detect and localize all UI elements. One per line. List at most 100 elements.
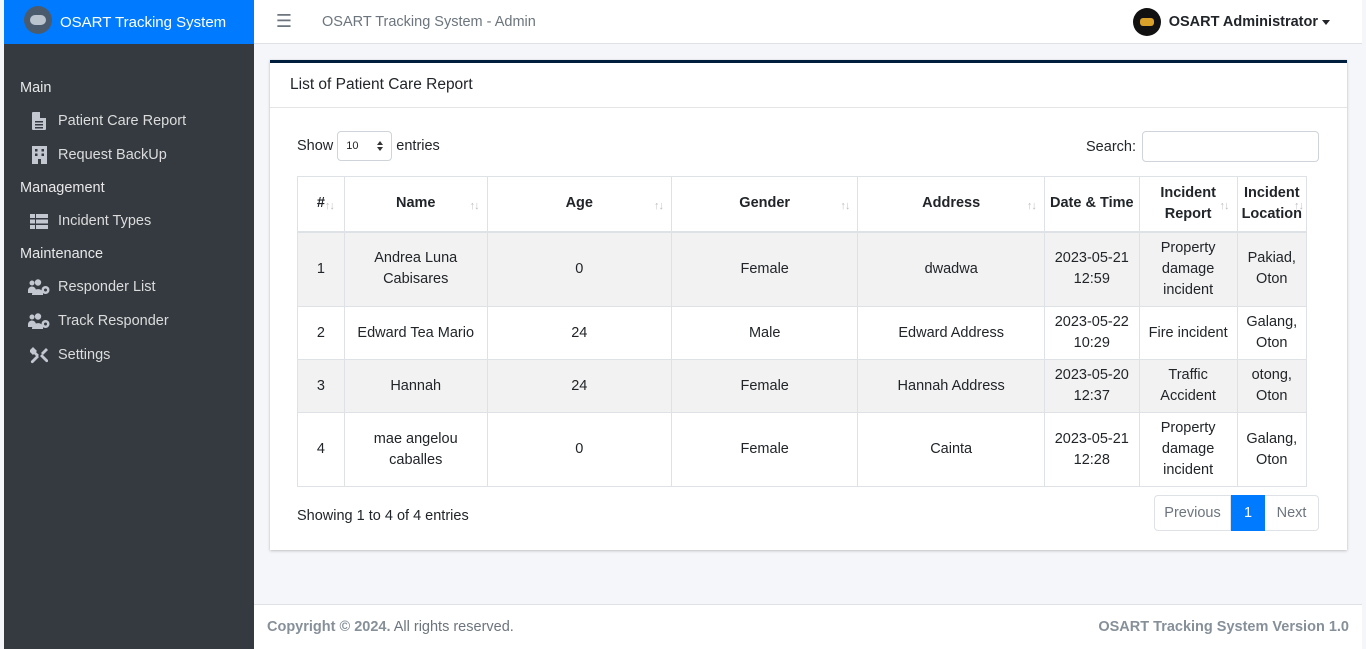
table-row: 4 mae angelou caballes 0 Female Cainta 2…	[297, 412, 1308, 487]
cell-datetime: 2023-05-21 12:28	[1043, 412, 1140, 487]
column-header-datetime[interactable]: Date & Time	[1043, 176, 1140, 233]
cell-datetime: 2023-05-20 12:37	[1043, 359, 1140, 413]
cell-number: 1	[297, 231, 345, 307]
sidebar-item-request-backup[interactable]: Request BackUp	[4, 138, 254, 172]
cell-age: 24	[486, 306, 672, 360]
sidebar-item-label: Responder List	[58, 279, 156, 295]
brand-logo-icon	[24, 6, 52, 34]
sidebar-item-track-responder[interactable]: Track Responder	[4, 304, 254, 338]
cell-age: 0	[486, 412, 672, 487]
show-label: Show	[297, 138, 334, 154]
sort-icon: ↑↓	[653, 199, 664, 212]
cell-address: Cainta	[857, 412, 1045, 487]
footer: Copyright © 2024. All rights reserved. O…	[254, 604, 1362, 649]
cell-name: Edward Tea Mario	[343, 306, 488, 360]
patient-table: # ↑↓ Name ↑↓ Age ↑↓ Gender ↑↓ Address ↑↓ Date…	[297, 176, 1308, 487]
caret-down-icon	[1322, 19, 1330, 25]
search-label: Search:	[1086, 138, 1136, 155]
cell-incident-report: Property damage incident	[1138, 231, 1238, 307]
column-header-number[interactable]: # ↑↓	[297, 176, 345, 233]
column-header-gender[interactable]: Gender ↑↓	[670, 176, 859, 233]
cell-name: Andrea Luna Cabisares	[343, 231, 488, 307]
cell-incident-report: Traffic Accident	[1138, 359, 1238, 413]
patient-care-card: List of Patient Care Report Show 10 entr…	[270, 60, 1347, 550]
table-row: 2 Edward Tea Mario 24 Male Edward Addres…	[297, 306, 1308, 360]
user-name: OSART Administrator	[1168, 14, 1318, 30]
cell-address: Hannah Address	[857, 359, 1045, 413]
card-title: List of Patient Care Report	[270, 63, 1347, 108]
list-icon	[28, 210, 50, 232]
sort-icon: ↑↓	[324, 199, 335, 212]
brand-name: OSART Tracking System	[60, 13, 227, 31]
nav-header-management: Management	[20, 180, 105, 196]
cell-gender: Male	[670, 306, 859, 360]
cell-incident-location: Galang, Oton	[1236, 306, 1308, 360]
cell-number: 4	[297, 412, 345, 487]
sidebar-item-label: Settings	[58, 347, 111, 363]
search-input[interactable]	[1142, 131, 1319, 162]
top-navbar: ☰ OSART Tracking System - Admin OSART Ad…	[254, 0, 1362, 44]
table-info: Showing 1 to 4 of 4 entries	[297, 508, 469, 524]
sort-icon: ↑↓	[469, 199, 480, 212]
copyright-year: Copyright © 2024.	[267, 619, 391, 635]
cell-age: 0	[486, 231, 672, 307]
cell-name: Hannah	[343, 359, 488, 413]
column-header-incident-report[interactable]: Incident Report ↑↓	[1138, 176, 1238, 233]
cell-incident-location: Pakiad, Oton	[1236, 231, 1308, 307]
table-row: 3 Hannah 24 Female Hannah Address 2023-0…	[297, 359, 1308, 413]
cell-datetime: 2023-05-22 10:29	[1043, 306, 1140, 360]
page-title: OSART Tracking System - Admin	[322, 13, 536, 30]
cell-gender: Female	[670, 359, 859, 413]
sidebar-item-patient-care-report[interactable]: Patient Care Report	[4, 104, 254, 138]
cell-name: mae angelou caballes	[343, 412, 488, 487]
sidebar-item-settings[interactable]: Settings	[4, 338, 254, 372]
rights-text: All rights reserved.	[390, 619, 514, 635]
cell-gender: Female	[670, 412, 859, 487]
page-length-value: 10	[346, 140, 359, 152]
sidebar-item-responder-list[interactable]: Responder List	[4, 270, 254, 304]
column-header-age[interactable]: Age ↑↓	[486, 176, 672, 233]
sort-icon: ↑↓	[840, 199, 850, 212]
entries-label: entries	[396, 138, 440, 154]
cell-incident-report: Fire incident	[1138, 306, 1238, 360]
sidebar-item-label: Track Responder	[58, 313, 169, 329]
previous-button[interactable]: Previous	[1154, 495, 1231, 531]
building-icon	[28, 144, 50, 166]
version-text: OSART Tracking System Version 1.0	[1098, 619, 1349, 635]
next-button[interactable]: Next	[1265, 495, 1319, 531]
page-1-button[interactable]: 1	[1231, 495, 1265, 531]
sidebar-item-label: Incident Types	[58, 213, 152, 229]
menu-toggle-icon[interactable]: ☰	[254, 11, 314, 32]
page-length-select[interactable]: 10	[337, 131, 393, 161]
brand-link[interactable]: OSART Tracking System	[4, 0, 254, 44]
sidebar-item-incident-types[interactable]: Incident Types	[4, 204, 254, 238]
search-control: Search:	[1086, 131, 1319, 162]
nav-header-main: Main	[20, 80, 52, 96]
column-header-address[interactable]: Address ↑↓	[857, 176, 1045, 233]
sort-icon: ↑↓	[1219, 199, 1230, 212]
avatar	[1132, 8, 1161, 36]
sort-icon: ↑↓	[1294, 199, 1304, 212]
cell-gender: Female	[670, 231, 859, 307]
select-arrows-icon	[377, 141, 384, 151]
cell-incident-location: Galang, Oton	[1236, 412, 1308, 487]
sidebar-item-label: Request BackUp	[58, 147, 167, 163]
file-icon	[28, 110, 50, 132]
sidebar: OSART Tracking System Main Patient Care …	[4, 0, 254, 649]
sort-icon: ↑↓	[1026, 199, 1037, 212]
entries-length-control: Show 10 entries	[297, 131, 440, 161]
column-header-name[interactable]: Name ↑↓	[343, 176, 488, 233]
cell-number: 3	[297, 359, 345, 413]
users-cog-icon	[28, 276, 50, 298]
cell-incident-report: Property damage incident	[1138, 412, 1238, 487]
nav-header-maintenance: Maintenance	[20, 246, 104, 262]
cell-incident-location: otong, Oton	[1236, 359, 1308, 413]
tools-icon	[28, 344, 50, 366]
copyright: Copyright © 2024. All rights reserved.	[267, 619, 514, 635]
column-header-incident-location[interactable]: Incident Location ↑↓	[1236, 176, 1308, 233]
cell-number: 2	[297, 306, 345, 360]
cell-datetime: 2023-05-21 12:59	[1043, 231, 1140, 307]
user-dropdown[interactable]: OSART Administrator	[1132, 8, 1330, 36]
scrollbar[interactable]	[1362, 0, 1366, 649]
cell-address: Edward Address	[857, 306, 1045, 360]
